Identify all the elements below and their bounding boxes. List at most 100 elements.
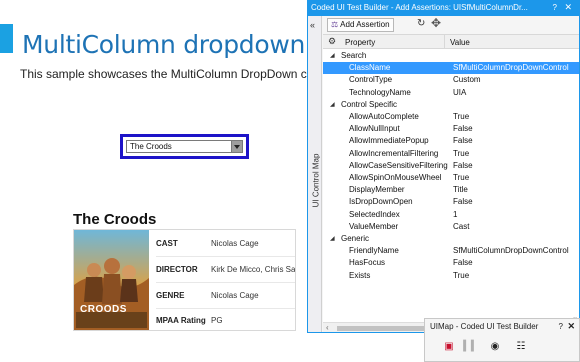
gear-icon[interactable]: ⚙ xyxy=(328,36,336,47)
property-name: HasFocus xyxy=(349,258,386,268)
ui-control-map-strip: « UI Control Map xyxy=(308,16,322,332)
property-grid-header: ⚙ Property Value xyxy=(323,35,579,49)
property-value: False xyxy=(453,258,473,268)
property-value: 1 xyxy=(453,209,458,219)
property-value: SfMultiColumnDropDownControl xyxy=(453,246,569,256)
builder-title-bar[interactable]: Coded UI Test Builder - Add Assertions: … xyxy=(308,1,579,16)
property-name: IsDropDownOpen xyxy=(349,197,413,207)
dropdown-arrow-button[interactable] xyxy=(231,141,242,152)
ui-control-map-label[interactable]: UI Control Map xyxy=(312,143,321,219)
property-category[interactable]: ◢ Search xyxy=(323,50,579,62)
property-row[interactable]: HasFocus False xyxy=(323,257,579,269)
detail-value: Kirk De Micco, Chris Sanders xyxy=(211,265,296,274)
multicolumn-dropdown[interactable]: The Croods xyxy=(126,140,243,153)
coded-ui-test-builder-window: Coded UI Test Builder - Add Assertions: … xyxy=(307,0,580,333)
page-description: This sample showcases the MultiColumn Dr… xyxy=(20,67,341,81)
add-assertion-button[interactable]: ⚖ Add Assertion xyxy=(327,18,394,32)
property-name: ClassName xyxy=(349,63,391,73)
stop-icon[interactable]: ▣ xyxy=(441,339,457,355)
property-name: SelectedIndex xyxy=(349,209,400,219)
builder-toolbar: ⚖ Add Assertion ↻ ✥ xyxy=(323,16,579,34)
property-category[interactable]: ◢ Generic xyxy=(323,233,579,245)
property-value: True xyxy=(453,112,470,121)
property-name: TechnologyName xyxy=(349,87,411,97)
property-value: False xyxy=(453,136,473,146)
page-title: MultiColumn dropdown xyxy=(22,30,306,59)
crosshair-icon[interactable]: ✥ xyxy=(431,16,441,30)
close-icon[interactable]: ✕ xyxy=(564,2,572,13)
property-row[interactable]: IsDropDownOpen False xyxy=(323,196,579,208)
property-name: AllowIncrementalFiltering xyxy=(349,148,439,158)
detail-value: Nicolas Cage xyxy=(211,239,259,248)
property-value: Custom xyxy=(453,75,481,85)
property-name: AllowNullInput xyxy=(349,124,400,134)
builder-title: Coded UI Test Builder - Add Assertions: … xyxy=(311,3,528,12)
movie-detail-row: MPAA Rating PG xyxy=(156,307,295,330)
movie-detail-card: CROODS CAST Nicolas Cage DIRECTOR Kirk De M… xyxy=(73,229,296,331)
collapse-triangle-icon[interactable]: ◢ xyxy=(330,99,335,111)
property-name: AllowCaseSensitiveFiltering xyxy=(349,160,448,170)
property-row[interactable]: AllowAutoComplete True xyxy=(323,111,579,123)
property-row[interactable]: AllowNullInput False xyxy=(323,123,579,135)
property-row[interactable]: AllowIncrementalFiltering True xyxy=(323,148,579,160)
screen: MultiColumn dropdown This sample showcas… xyxy=(0,0,580,362)
detail-value: Nicolas Cage xyxy=(211,291,259,300)
column-header-property[interactable]: Property xyxy=(345,38,375,47)
movie-detail-row: CAST Nicolas Cage xyxy=(156,230,295,257)
property-row[interactable]: FriendlyName SfMultiColumnDropDownControl xyxy=(323,245,579,257)
detail-label: CAST xyxy=(156,239,178,248)
property-value: True xyxy=(453,148,470,158)
property-name: AllowSpinOnMouseWheel xyxy=(349,173,442,182)
property-value: True xyxy=(453,173,470,182)
detail-label: MPAA Rating xyxy=(156,316,206,325)
title-accent-bar xyxy=(0,24,13,53)
detail-label: GENRE xyxy=(156,291,185,300)
property-name: DisplayMember xyxy=(349,185,405,195)
collapse-triangle-icon[interactable]: ◢ xyxy=(330,233,335,245)
property-value: False xyxy=(453,197,473,207)
category-label: Generic xyxy=(341,234,370,243)
help-icon[interactable]: ? xyxy=(553,3,557,12)
dropdown-selected-value: The Croods xyxy=(130,142,172,151)
property-name: AllowAutoComplete xyxy=(349,112,419,121)
uimap-panel: UIMap - Coded UI Test Builder ? ✕ ▣ ▍▍ ◉… xyxy=(424,318,580,362)
property-value: Title xyxy=(453,185,468,195)
scroll-left-icon[interactable]: ‹ xyxy=(326,323,329,332)
property-row[interactable]: TechnologyName UIA xyxy=(323,87,579,99)
property-value: SfMultiColumnDropDownControl xyxy=(453,63,569,73)
property-value: False xyxy=(453,124,473,134)
pause-icon[interactable]: ▍▍ xyxy=(463,339,479,355)
property-row[interactable]: AllowImmediatePopup False xyxy=(323,135,579,147)
record-icon[interactable]: ◉ xyxy=(487,339,503,355)
add-assertion-icon: ⚖ xyxy=(331,20,339,29)
property-value: True xyxy=(453,270,470,280)
property-name: FriendlyName xyxy=(349,246,399,256)
property-name: AllowImmediatePopup xyxy=(349,136,429,146)
property-row[interactable]: SelectedIndex 1 xyxy=(323,209,579,221)
property-row[interactable]: ControlType Custom xyxy=(323,74,579,86)
collapse-triangle-icon[interactable]: ◢ xyxy=(330,50,335,62)
property-name: Exists xyxy=(349,270,371,280)
multicolumn-dropdown-focus-frame: The Croods xyxy=(120,134,249,159)
property-row[interactable]: ValueMember Cast xyxy=(323,221,579,233)
movie-poster-image: CROODS xyxy=(74,230,149,330)
movie-detail-row: GENRE Nicolas Cage xyxy=(156,282,295,309)
collapse-panel-icon[interactable]: « xyxy=(310,20,315,30)
column-header-value[interactable]: Value xyxy=(450,38,470,47)
property-value: False xyxy=(453,160,473,170)
help-icon[interactable]: ? xyxy=(559,322,563,331)
property-row[interactable]: Exists True xyxy=(323,270,579,282)
property-row[interactable]: AllowCaseSensitiveFiltering False xyxy=(323,160,579,172)
close-icon[interactable]: ✕ xyxy=(567,321,575,332)
property-row[interactable]: AllowSpinOnMouseWheel True xyxy=(323,172,579,184)
property-category[interactable]: ◢ Control Specific xyxy=(323,99,579,111)
generate-code-icon[interactable]: ☷ xyxy=(513,339,529,355)
property-value: Cast xyxy=(453,221,470,231)
detail-value: PG xyxy=(211,316,223,325)
refresh-icon[interactable]: ↻ xyxy=(417,18,425,29)
column-divider xyxy=(444,35,445,49)
property-grid: ⚙ Property Value ◢ Search ClassName SfMulti… xyxy=(323,34,579,332)
detail-label: DIRECTOR xyxy=(156,265,198,274)
property-row[interactable]: ClassName SfMultiColumnDropDownControl xyxy=(323,62,579,75)
property-row[interactable]: DisplayMember Title xyxy=(323,184,579,196)
